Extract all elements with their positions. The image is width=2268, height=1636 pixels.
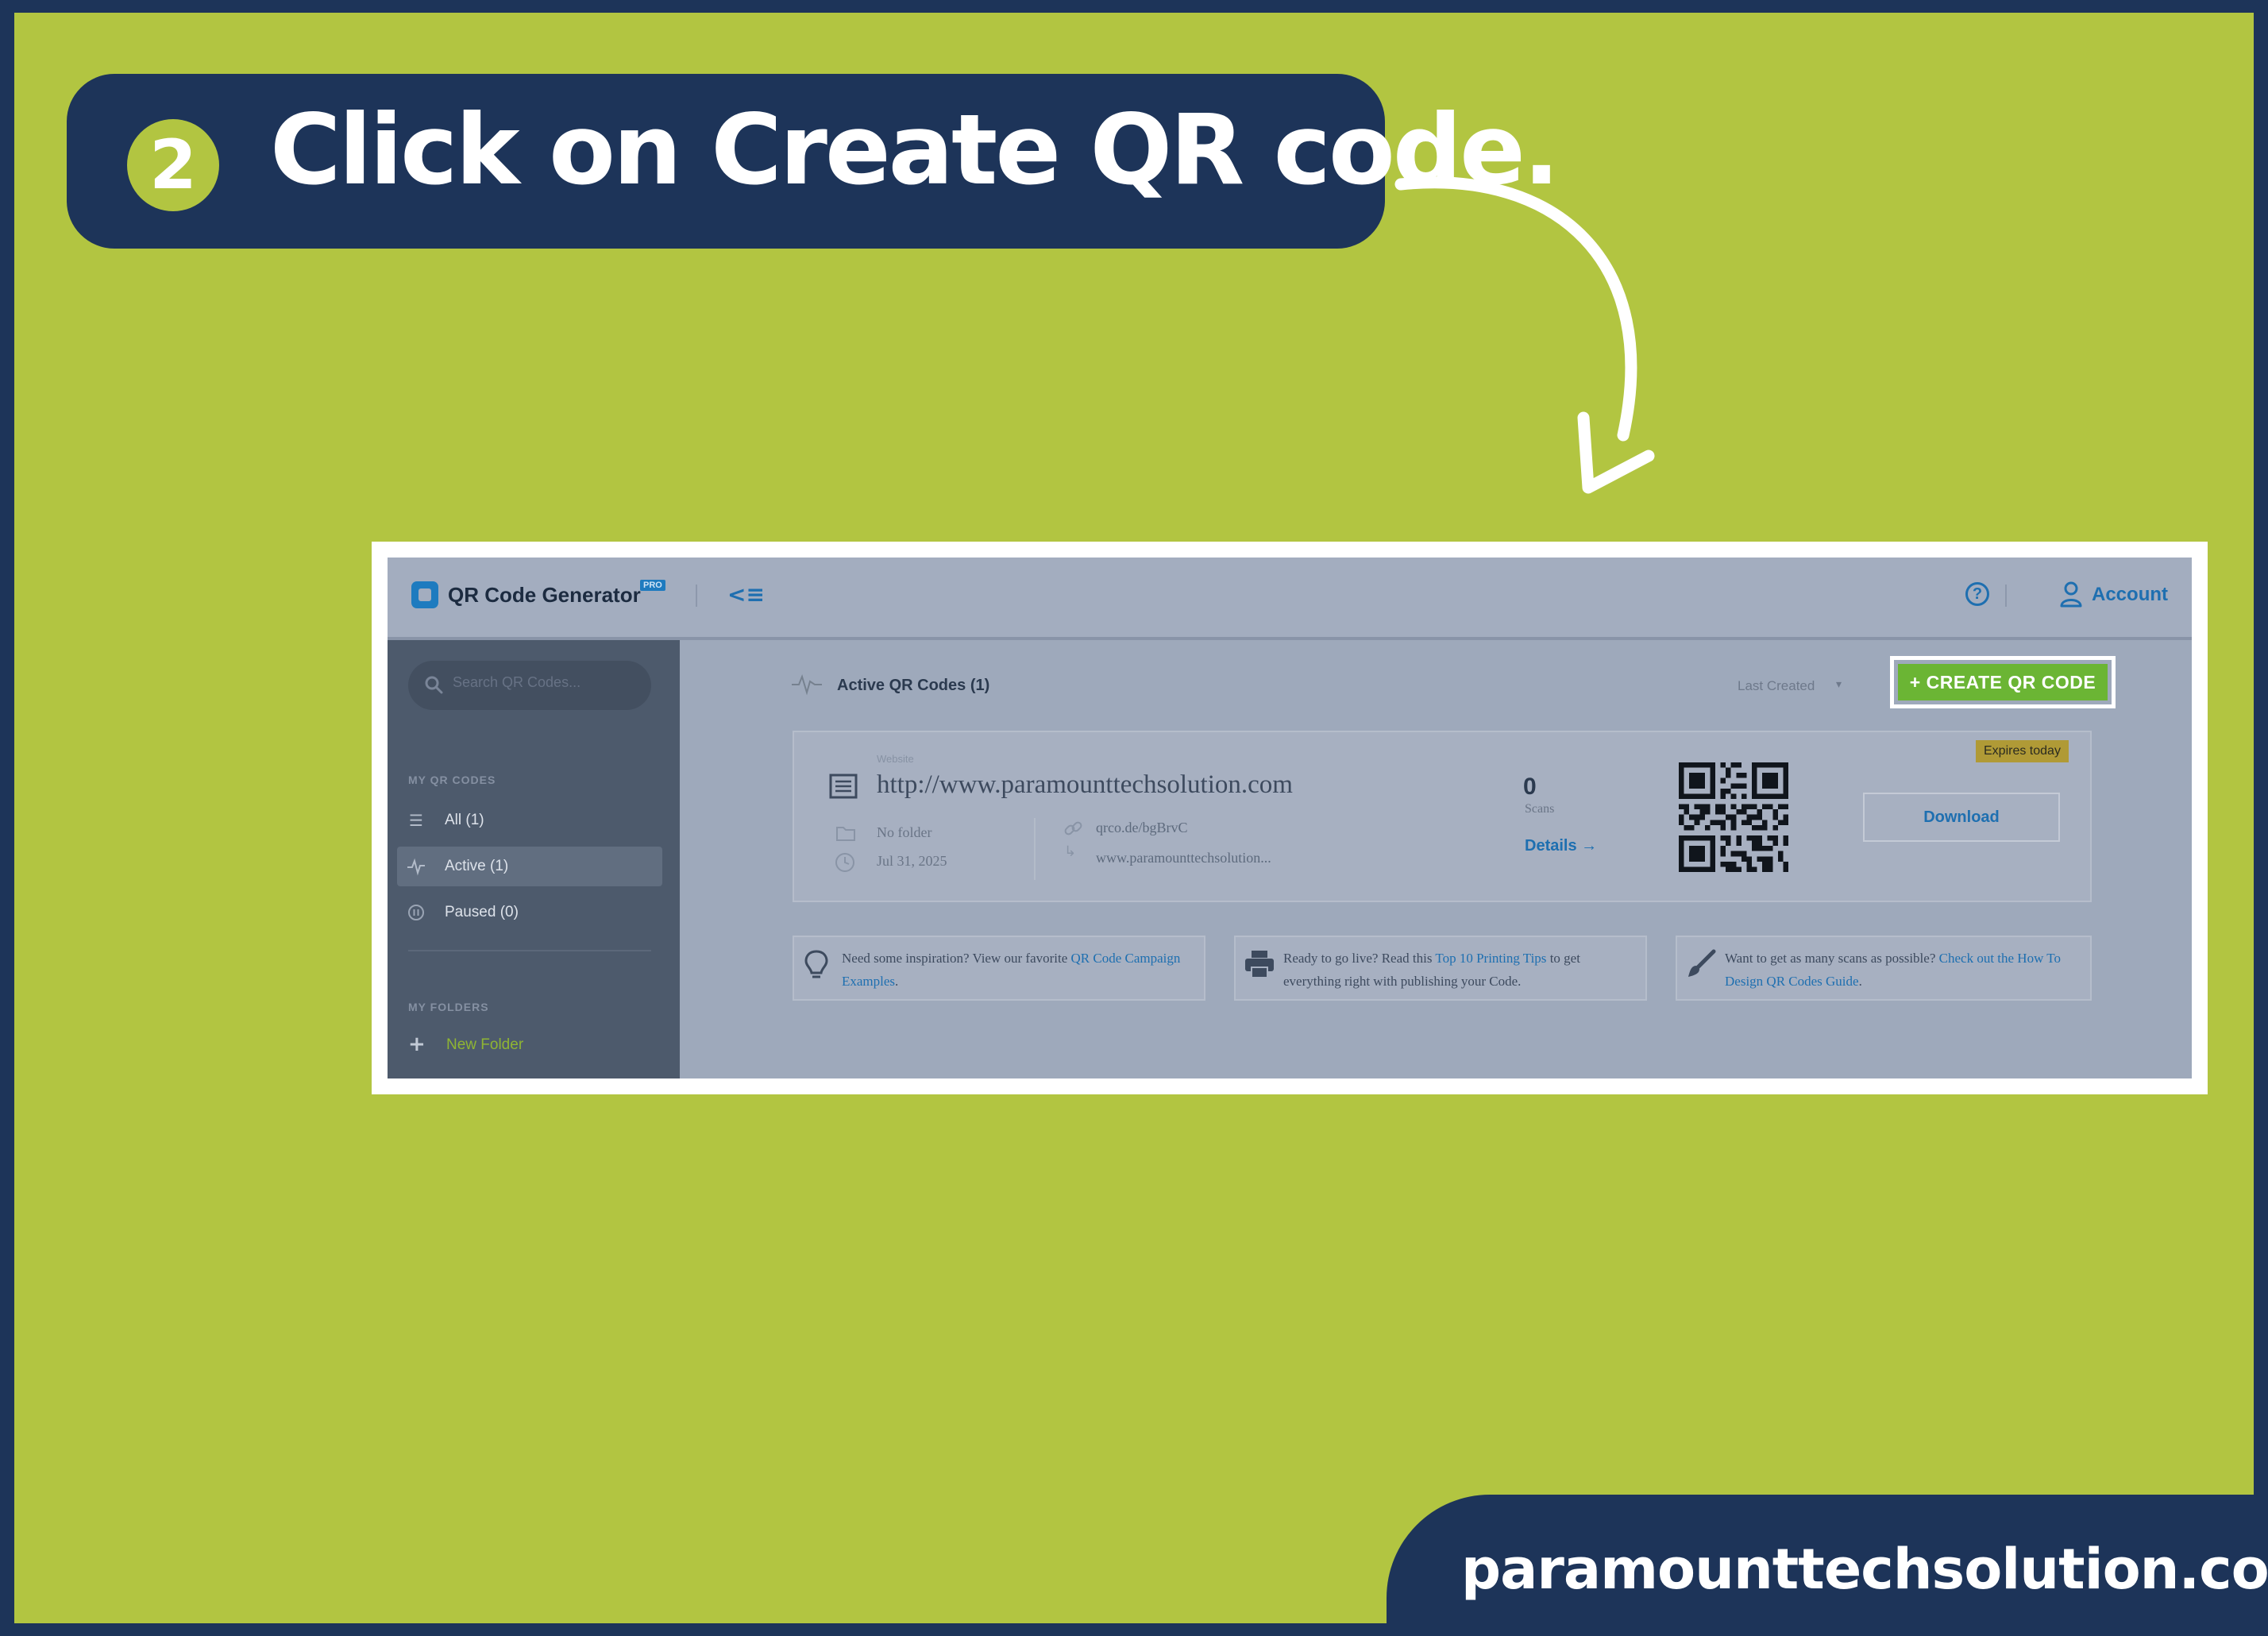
tip-card-inspiration: Need some inspiration? View our favorite… xyxy=(793,936,1205,1001)
screenshot-frame: QR Code Generator PRO <≡ ? Account Searc… xyxy=(372,542,2208,1094)
folder-icon xyxy=(836,827,855,841)
created-date: Jul 31, 2025 xyxy=(877,853,947,869)
details-link[interactable]: Details → xyxy=(1525,837,1597,855)
tutorial-slide: 2 Click on Create QR code. paramounttech… xyxy=(0,0,2268,1636)
code-type-label: Website xyxy=(877,753,914,765)
user-icon[interactable] xyxy=(2060,581,2082,608)
search-box[interactable] xyxy=(408,661,651,710)
app-window: QR Code Generator PRO <≡ ? Account Searc… xyxy=(388,558,2192,1078)
tip-card-printing: Ready to go live? Read this Top 10 Print… xyxy=(1234,936,1647,1001)
document-icon xyxy=(829,774,858,799)
sort-dropdown[interactable]: Last Created xyxy=(1738,678,1815,694)
new-folder-link[interactable]: New Folder xyxy=(446,1036,523,1054)
topbar-divider xyxy=(696,585,697,607)
qr-code-title[interactable]: http://www.paramounttechsolution.com xyxy=(877,770,1293,800)
short-url[interactable]: qrco.de/bgBrvC xyxy=(1096,820,1187,836)
pulse-icon xyxy=(407,858,425,876)
lightbulb-icon xyxy=(804,950,828,978)
tip-card-design: Want to get as many scans as possible? C… xyxy=(1676,936,2092,1001)
sidebar-item-active[interactable]: Active (1) xyxy=(397,847,662,886)
tip-text: Ready to go live? Read this Top 10 Print… xyxy=(1283,951,1580,989)
brand-name[interactable]: QR Code Generator xyxy=(448,583,641,608)
scan-count: 0 xyxy=(1523,774,1537,800)
search-icon xyxy=(425,676,443,694)
chevron-down-icon[interactable]: ▾ xyxy=(1836,678,1842,691)
help-icon[interactable]: ? xyxy=(1965,582,1989,606)
paintbrush-icon xyxy=(1688,949,1716,977)
download-button[interactable]: Download xyxy=(1863,793,2060,842)
collapse-menu-icon[interactable]: <≡ xyxy=(727,581,765,608)
top-bar: QR Code Generator PRO <≡ ? Account xyxy=(388,558,2192,640)
account-link[interactable]: Account xyxy=(2092,584,2168,606)
card-divider xyxy=(1034,818,1036,880)
search-input[interactable] xyxy=(453,674,635,691)
sidebar-item-all[interactable]: ☰ All (1) xyxy=(397,801,662,840)
qr-code-image[interactable] xyxy=(1679,762,1788,872)
scan-label: Scans xyxy=(1525,802,1555,816)
plus-icon[interactable]: + xyxy=(408,1032,426,1056)
page-title: Active QR Codes (1) xyxy=(837,677,990,694)
link-icon xyxy=(1064,821,1082,835)
tip-text: Want to get as many scans as possible? C… xyxy=(1725,951,2062,989)
topbar-divider xyxy=(2005,585,2007,607)
folder-name: No folder xyxy=(877,824,932,840)
destination-url[interactable]: www.paramounttechsolution... xyxy=(1096,850,1271,866)
pulse-icon xyxy=(792,673,822,696)
sidebar-item-label: Active (1) xyxy=(445,858,509,874)
expires-badge: Expires today xyxy=(1976,740,2069,762)
printing-tips-link[interactable]: Top 10 Printing Tips xyxy=(1435,951,1546,966)
printer-icon xyxy=(1245,951,1274,978)
pro-badge: PRO xyxy=(640,580,665,591)
section-heading-my-folders: MY FOLDERS xyxy=(408,1001,489,1013)
sidebar-item-label: All (1) xyxy=(445,812,484,828)
footer-website: paramounttechsolution.com xyxy=(1461,1537,2268,1602)
logo-icon xyxy=(411,581,438,608)
clock-icon xyxy=(835,853,854,872)
pause-icon xyxy=(408,905,424,920)
qr-code-card: Website http://www.paramounttechsolution… xyxy=(793,731,2092,902)
sidebar-item-paused[interactable]: Paused (0) xyxy=(397,893,662,932)
list-icon: ☰ xyxy=(409,811,423,830)
section-heading-my-qr-codes: MY QR CODES xyxy=(408,774,496,786)
sidebar-item-label: Paused (0) xyxy=(445,904,519,920)
tip-text: Need some inspiration? View our favorite… xyxy=(842,951,1181,989)
sidebar: MY QR CODES ☰ All (1) Active (1) xyxy=(388,640,680,1078)
redirect-arrow-icon: ↳ xyxy=(1064,843,1077,860)
create-qr-code-button[interactable]: + CREATE QR CODE xyxy=(1898,664,2108,700)
sidebar-divider xyxy=(408,950,651,951)
